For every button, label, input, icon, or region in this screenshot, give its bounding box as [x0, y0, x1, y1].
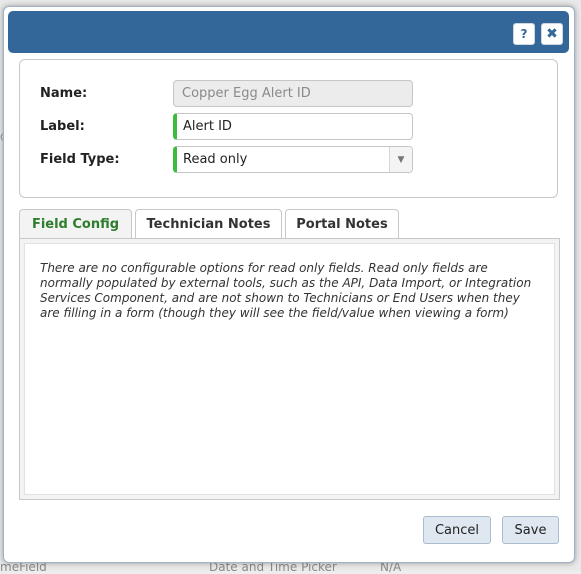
- label-field[interactable]: Alert ID: [173, 113, 413, 140]
- tab-panel-content: There are no configurable options for re…: [24, 243, 555, 495]
- chevron-down-icon[interactable]: ▼: [389, 147, 412, 172]
- field-edit-dialog: ? ✖ Name: Copper Egg Alert ID Label: Ale…: [3, 6, 575, 563]
- field-properties-section: Name: Copper Egg Alert ID Label: Alert I…: [19, 59, 558, 198]
- read-only-info-text: There are no configurable options for re…: [40, 261, 532, 320]
- label-value: Alert ID: [183, 119, 232, 134]
- save-button[interactable]: Save: [502, 516, 559, 544]
- help-icon: ?: [520, 27, 528, 41]
- close-button[interactable]: ✖: [541, 23, 563, 45]
- field-type-select[interactable]: Read only ▼: [173, 146, 413, 173]
- close-icon: ✖: [546, 26, 558, 42]
- dialog-titlebar[interactable]: ? ✖: [8, 11, 569, 53]
- label-label: Label:: [40, 119, 85, 134]
- tab-panel: There are no configurable options for re…: [19, 238, 560, 500]
- name-label: Name:: [40, 86, 88, 101]
- tab-bar: Field Config Technician Notes Portal Not…: [19, 209, 559, 239]
- field-type-value: Read only: [183, 152, 248, 167]
- tab-field-config[interactable]: Field Config: [19, 209, 132, 239]
- cancel-button[interactable]: Cancel: [423, 516, 491, 544]
- help-button[interactable]: ?: [513, 23, 535, 45]
- name-field: Copper Egg Alert ID: [173, 80, 413, 107]
- tab-portal-notes[interactable]: Portal Notes: [285, 209, 399, 238]
- tab-technician-notes[interactable]: Technician Notes: [135, 209, 282, 238]
- name-value: Copper Egg Alert ID: [182, 86, 311, 101]
- field-type-label: Field Type:: [40, 152, 120, 167]
